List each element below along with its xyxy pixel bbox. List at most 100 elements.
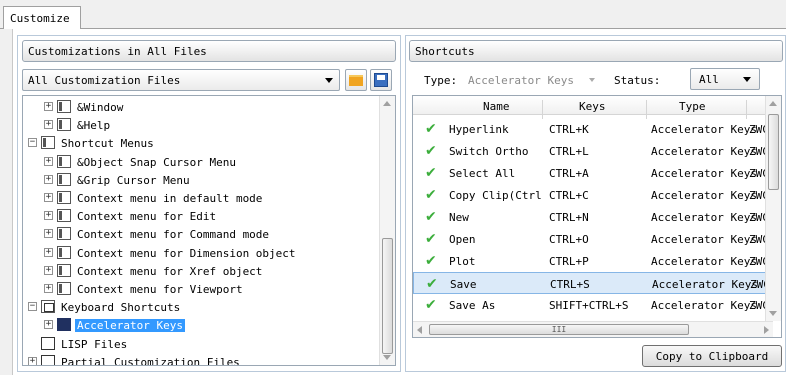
check-icon: ✔ [425, 187, 437, 203]
customizations-header: Customizations in All Files [22, 40, 396, 62]
cell-name: Select All [449, 167, 516, 180]
expand-icon[interactable]: + [44, 211, 53, 221]
column-divider[interactable] [646, 100, 647, 119]
grid-vertical-scrollbar[interactable] [765, 96, 781, 321]
scroll-down-arrow-icon[interactable] [383, 355, 391, 360]
grid-scroll-thumb[interactable] [768, 114, 779, 190]
check-icon: ✔ [425, 297, 437, 313]
cell-keys: CTRL+K [549, 123, 589, 136]
tree-item[interactable]: + Context menu for Xref object [23, 263, 373, 281]
tree-item-label: Shortcut Menus [61, 137, 154, 151]
tree-item[interactable]: − Shortcut Menus [23, 135, 373, 153]
tree-item[interactable]: + &Grip Cursor Menu [23, 172, 373, 190]
customization-tree[interactable]: + &Window + &Help − Shortcut Menus + &Object Sn… [22, 95, 396, 366]
tree-item[interactable]: + Context menu for Edit [23, 208, 373, 226]
tree-item[interactable]: + Partial Customization Files [23, 354, 373, 365]
expand-icon[interactable]: + [44, 156, 53, 166]
scroll-down-arrow-icon[interactable] [769, 311, 777, 316]
partial-file-icon [41, 354, 55, 365]
tree-item[interactable]: + Context menu for Viewport [23, 281, 373, 299]
shortcut-row[interactable]: ✔ Select All CTRL+A Accelerator Keys ZWC [413, 162, 773, 184]
shortcut-row[interactable]: ✔ Switch Ortho CTRL+L Accelerator Keys ZWC [413, 140, 773, 162]
shortcuts-grid[interactable]: Name Keys Type ✔ Hyperlink CTRL+K Accelerat… [412, 95, 782, 338]
status-select[interactable]: All [690, 68, 760, 90]
tab-customize[interactable]: Customize [3, 6, 81, 29]
cell-type: Accelerator Keys [652, 278, 758, 291]
open-file-button[interactable] [345, 69, 367, 91]
tree-item[interactable]: + Context menu in default mode [23, 190, 373, 208]
expand-icon[interactable]: + [44, 265, 53, 275]
cell-keys: CTRL+P [549, 255, 589, 268]
tree-vertical-scrollbar[interactable] [379, 96, 395, 365]
cell-type: Accelerator Keys [651, 233, 757, 246]
collapse-icon[interactable]: − [28, 138, 37, 148]
cell-keys: CTRL+L [549, 145, 589, 158]
shortcut-row[interactable]: ✔ Save As SHIFT+CTRL+S Accelerator Keys ZWC [413, 294, 773, 316]
customizations-header-label: Customizations in All Files [28, 45, 207, 58]
shortcut-row[interactable]: ✔ New CTRL+N Accelerator Keys ZWC [413, 206, 773, 228]
tree-item-label: &Help [77, 119, 111, 133]
cell-keys: CTRL+C [549, 189, 589, 202]
shortcut-row[interactable]: ✔ Save CTRL+S Accelerator Keys ZWC [413, 272, 773, 294]
expand-icon[interactable]: + [28, 356, 37, 365]
column-header-keys[interactable]: Keys [579, 100, 606, 113]
customization-file-select[interactable]: All Customization Files [22, 69, 340, 91]
tree-item[interactable]: + Context menu for Command mode [23, 226, 373, 244]
expand-icon[interactable]: + [44, 320, 53, 330]
tree-item[interactable]: − Keyboard Shortcuts [23, 299, 373, 317]
column-divider[interactable] [746, 100, 747, 119]
check-icon: ✔ [425, 121, 437, 137]
grid-horizontal-scrollbar[interactable]: III [413, 321, 773, 337]
type-label: Type: [424, 74, 458, 87]
grid-header: Name Keys Type [413, 96, 773, 119]
tree-item[interactable]: + &Object Snap Cursor Menu [23, 154, 373, 172]
collapse-icon[interactable]: − [28, 302, 37, 312]
scroll-up-arrow-icon[interactable] [383, 101, 391, 106]
shortcut-menu-icon [41, 136, 55, 150]
column-header-name[interactable]: Name [483, 100, 510, 113]
tree-item-label: Context menu for Dimension object [77, 246, 296, 260]
save-icon [374, 73, 388, 87]
shortcut-row[interactable]: ✔ Open CTRL+O Accelerator Keys ZWC [413, 228, 773, 250]
expand-icon[interactable]: + [44, 284, 53, 293]
save-file-button[interactable] [370, 69, 392, 91]
folder-icon [349, 75, 363, 86]
tree-item-label: &Object Snap Cursor Menu [77, 155, 236, 169]
tree-item[interactable]: + &Window [23, 99, 373, 117]
keyboard-icon [41, 300, 55, 314]
shortcut-row[interactable]: ✔ Plot CTRL+P Accelerator Keys ZWC [413, 250, 773, 272]
expand-icon[interactable]: + [44, 229, 53, 239]
cell-keys: CTRL+A [549, 167, 589, 180]
shortcut-row[interactable]: ✔ Copy Clip(Ctrl CTRL+C Accelerator Keys ZWC [413, 184, 773, 206]
tree-item[interactable]: LISP Files [23, 336, 373, 354]
column-divider[interactable] [542, 100, 543, 119]
menu-icon [57, 118, 71, 132]
tree-item[interactable]: + Accelerator Keys [23, 317, 373, 335]
expand-icon[interactable]: + [44, 174, 53, 184]
cell-name: Copy Clip(Ctrl [449, 189, 542, 202]
cell-name: Plot [449, 255, 476, 268]
expand-icon[interactable]: + [44, 102, 53, 111]
grid-hscroll-thumb[interactable]: III [429, 324, 689, 335]
expand-icon[interactable]: + [44, 247, 53, 257]
cell-name: New [449, 211, 469, 224]
check-icon: ✔ [426, 276, 438, 292]
tree-item[interactable]: + Context menu for Dimension object [23, 245, 373, 263]
scroll-up-arrow-icon[interactable] [769, 101, 777, 106]
type-select[interactable]: Accelerator Keys [464, 70, 598, 90]
scroll-right-arrow-icon[interactable] [764, 326, 769, 334]
column-header-type[interactable]: Type [679, 100, 706, 113]
check-icon: ✔ [425, 253, 437, 269]
copy-to-clipboard-button[interactable]: Copy to Clipboard [642, 345, 782, 367]
cell-name: Save [450, 278, 477, 291]
tree-scroll-thumb[interactable] [382, 238, 393, 354]
scroll-left-arrow-icon[interactable] [417, 326, 422, 334]
cell-type: Accelerator Keys [651, 189, 757, 202]
expand-icon[interactable]: + [44, 193, 53, 202]
tree-item[interactable]: + &Help [23, 117, 373, 135]
tree-item-label: LISP Files [61, 337, 128, 351]
shortcut-menu-icon [57, 227, 71, 241]
status-label: Status: [614, 74, 661, 87]
shortcut-row[interactable]: ✔ Hyperlink CTRL+K Accelerator Keys ZWC [413, 118, 773, 140]
expand-icon[interactable]: + [44, 120, 53, 130]
